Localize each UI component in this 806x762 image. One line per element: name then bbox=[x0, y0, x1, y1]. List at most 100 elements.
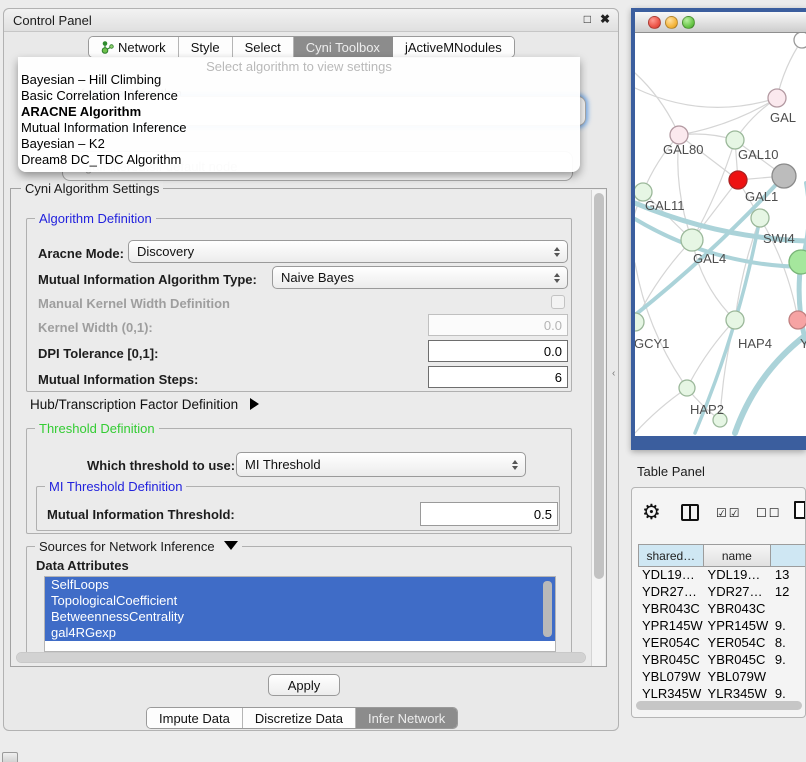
tab-discretize-data[interactable]: Discretize Data bbox=[243, 708, 356, 728]
table-cell bbox=[771, 669, 806, 686]
table-cell: YDR27… bbox=[704, 584, 771, 601]
dropdown-item[interactable]: Dream8 DC_TDC Algorithm bbox=[18, 152, 580, 168]
tab-label: Style bbox=[191, 40, 220, 55]
close-window-icon[interactable]: ✖ bbox=[600, 12, 610, 26]
dropdown-item[interactable]: ARACNE Algorithm bbox=[18, 104, 580, 120]
hub-definition-toggle[interactable]: Hub/Transcription Factor Definition bbox=[30, 397, 259, 412]
column-header[interactable]: name bbox=[704, 544, 771, 567]
which-threshold-combobox[interactable]: MI Threshold bbox=[236, 452, 526, 477]
algorithm-definition-group: Algorithm Definition Aracne Mode: Discov… bbox=[26, 218, 572, 392]
aracne-mode-label: Aracne Mode: bbox=[38, 246, 124, 261]
column-header[interactable]: shared… bbox=[638, 544, 704, 567]
table-row[interactable]: YBR043CYBR043C bbox=[638, 601, 806, 618]
document-icon[interactable] bbox=[794, 501, 806, 519]
manual-kernel-checkbox[interactable] bbox=[551, 295, 565, 309]
node-unnamed-top[interactable] bbox=[794, 33, 806, 48]
network-window-titlebar[interactable] bbox=[635, 12, 806, 33]
select-all-checkboxes-icon[interactable]: ☑☑ bbox=[716, 506, 742, 520]
table-hscrollbar-thumb[interactable] bbox=[636, 701, 802, 710]
mi-type-combobox[interactable]: Naive Bayes bbox=[272, 266, 568, 289]
table-row[interactable]: YDL19…YDL19…13 bbox=[638, 567, 806, 584]
table-cell: YBL079W bbox=[638, 669, 704, 686]
table-row[interactable]: YDR27…YDR27…12 bbox=[638, 584, 806, 601]
mi-steps-input[interactable]: 6 bbox=[428, 366, 568, 388]
apply-button[interactable]: Apply bbox=[268, 674, 340, 696]
dropdown-item[interactable]: Mutual Information Inference bbox=[18, 120, 580, 136]
dropdown-item[interactable]: Basic Correlation Inference bbox=[18, 88, 580, 104]
mi-threshold-input[interactable]: 0.5 bbox=[420, 502, 558, 526]
tab-label: Discretize Data bbox=[255, 711, 343, 726]
node-selected-red[interactable] bbox=[729, 171, 747, 189]
data-attributes-list[interactable]: SelfLoopsTopologicalCoefficientBetweenne… bbox=[44, 576, 556, 652]
stepper-arrows-icon bbox=[512, 460, 518, 470]
table-cell: YBR045C bbox=[704, 652, 771, 669]
close-traffic-light-icon[interactable] bbox=[648, 16, 661, 29]
table-cell: 12 bbox=[771, 584, 806, 601]
node-gcy1[interactable] bbox=[635, 313, 644, 331]
deselect-all-checkboxes-icon[interactable]: ☐☐ bbox=[756, 506, 782, 520]
tab-infer-network[interactable]: Infer Network bbox=[356, 708, 457, 728]
settings-vscrollbar-thumb[interactable] bbox=[594, 193, 604, 579]
tab-cyni-toolbox[interactable]: Cyni Toolbox bbox=[294, 37, 393, 57]
which-threshold-value: MI Threshold bbox=[245, 457, 321, 472]
network-edge[interactable] bbox=[635, 192, 643, 322]
tab-select[interactable]: Select bbox=[233, 37, 294, 57]
dpi-tolerance-input[interactable]: 0.0 bbox=[428, 340, 568, 362]
table-row[interactable]: YPR145WYPR145W9. bbox=[638, 618, 806, 635]
mi-threshold-group: MI Threshold Definition Mutual Informati… bbox=[36, 486, 560, 531]
kernel-width-input[interactable]: 0.0 bbox=[428, 314, 568, 336]
network-edge[interactable] bbox=[635, 88, 777, 107]
minimized-panel-button[interactable] bbox=[2, 752, 18, 762]
zoom-traffic-light-icon[interactable] bbox=[682, 16, 695, 29]
node-hap4[interactable] bbox=[726, 311, 744, 329]
table-cell: 9. bbox=[771, 652, 806, 669]
table-cell: YBR043C bbox=[638, 601, 704, 618]
tab-impute-data[interactable]: Impute Data bbox=[147, 708, 243, 728]
network-edge[interactable] bbox=[635, 388, 687, 433]
column-header[interactable] bbox=[771, 544, 806, 567]
stepper-arrows-icon bbox=[554, 273, 560, 283]
table-cell: YBR043C bbox=[704, 601, 771, 618]
tab-jactivemnodules[interactable]: jActiveMNodules bbox=[393, 37, 514, 57]
tab-label: jActiveMNodules bbox=[405, 40, 502, 55]
float-window-icon[interactable]: □ bbox=[584, 12, 591, 26]
table-panel: ⚙ ☑☑ ☐☐ shared…name YDL19…YDL19…13YDR27…YD… bbox=[631, 487, 806, 718]
sources-legend[interactable]: Sources for Network Inference bbox=[35, 539, 242, 554]
algorithm-definition-legend: Algorithm Definition bbox=[35, 211, 156, 226]
node-salmon[interactable] bbox=[789, 311, 806, 329]
table-row[interactable]: YBL079WYBL079W bbox=[638, 669, 806, 686]
aracne-mode-combobox[interactable]: Discovery bbox=[128, 240, 568, 263]
settings-vscrollbar[interactable] bbox=[591, 190, 605, 666]
table-row[interactable]: YBR045CYBR045C9. bbox=[638, 652, 806, 669]
node-gal4[interactable] bbox=[681, 229, 703, 251]
network-icon bbox=[101, 40, 114, 54]
dropdown-item[interactable]: Bayesian – K2 bbox=[18, 136, 580, 152]
table-panel-title: Table Panel bbox=[637, 464, 705, 479]
node-gray[interactable] bbox=[772, 164, 796, 188]
node-gal1[interactable] bbox=[751, 209, 769, 227]
table-panel-toolbar: ⚙ ☑☑ ☐☐ bbox=[632, 488, 805, 538]
panel-resize-handle-icon[interactable]: ‹ bbox=[612, 368, 615, 379]
tab-label: Cyni Toolbox bbox=[306, 40, 380, 55]
list-scrollbar-thumb[interactable] bbox=[543, 581, 552, 637]
split-columns-icon[interactable] bbox=[681, 504, 699, 521]
network-edge[interactable] bbox=[635, 73, 679, 135]
gear-icon[interactable]: ⚙ bbox=[642, 500, 661, 525]
settings-hscrollbar[interactable] bbox=[16, 652, 586, 663]
attribute-list-item[interactable]: gal4RGexp bbox=[45, 625, 555, 641]
network-edge[interactable] bbox=[679, 98, 777, 135]
network-canvas[interactable]: GALGAL80GAL10GAL1GAL11SWI4GAL4GCY1HAP4YH… bbox=[635, 33, 806, 436]
cyni-settings-legend: Cyni Algorithm Settings bbox=[21, 181, 163, 196]
tab-network[interactable]: Network bbox=[89, 37, 179, 57]
node-gal-cut[interactable] bbox=[768, 89, 786, 107]
table-cell: YER054C bbox=[638, 635, 704, 652]
node-swi4[interactable] bbox=[789, 250, 806, 274]
attribute-list-item[interactable]: BetweennessCentrality bbox=[45, 609, 555, 625]
dropdown-item[interactable]: Bayesian – Hill Climbing bbox=[18, 72, 580, 88]
node-hap2[interactable] bbox=[679, 380, 695, 396]
minimize-traffic-light-icon[interactable] bbox=[665, 16, 678, 29]
attribute-list-item[interactable]: SelfLoops bbox=[45, 577, 555, 593]
attribute-list-item[interactable]: TopologicalCoefficient bbox=[45, 593, 555, 609]
table-row[interactable]: YER054CYER054C8. bbox=[638, 635, 806, 652]
tab-style[interactable]: Style bbox=[179, 37, 233, 57]
